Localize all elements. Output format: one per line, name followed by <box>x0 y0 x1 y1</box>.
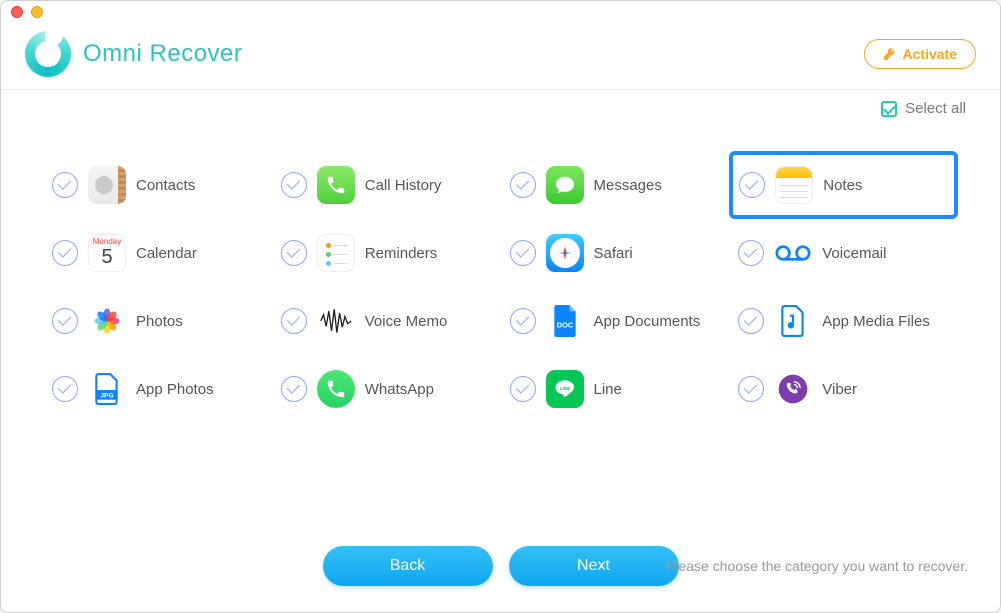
category-label: Viber <box>822 381 857 398</box>
toolbar: Select all <box>1 90 1000 121</box>
category-label: Notes <box>823 177 862 194</box>
jpg-file-icon: JPG <box>88 370 126 408</box>
check-icon <box>510 172 536 198</box>
notes-icon <box>775 166 813 204</box>
category-contacts[interactable]: Contacts <box>43 151 272 219</box>
check-icon <box>738 376 764 402</box>
check-icon <box>510 376 536 402</box>
category-label: Voicemail <box>822 245 886 262</box>
category-appphotos[interactable]: JPG App Photos <box>43 355 272 423</box>
activate-button[interactable]: Activate <box>864 39 976 69</box>
category-label: Reminders <box>365 245 438 262</box>
calendar-num: 5 <box>101 246 112 268</box>
logo-icon <box>25 31 71 77</box>
check-icon <box>281 308 307 334</box>
check-icon <box>281 376 307 402</box>
contacts-icon <box>88 166 126 204</box>
header: Omni Recover Activate <box>1 23 1000 90</box>
footer-hint: Please choose the category you want to r… <box>666 558 968 574</box>
svg-text:JPG: JPG <box>100 393 113 400</box>
minimize-window-button[interactable] <box>31 6 43 18</box>
calendar-icon: Monday 5 <box>88 234 126 272</box>
category-label: Safari <box>594 245 633 262</box>
category-calendar[interactable]: Monday 5 Calendar <box>43 219 272 287</box>
select-all-label: Select all <box>905 100 966 117</box>
next-button[interactable]: Next <box>509 546 679 586</box>
check-icon <box>281 240 307 266</box>
check-icon <box>739 172 765 198</box>
select-all-toggle[interactable]: Select all <box>881 100 966 117</box>
doc-icon: DOC <box>546 302 584 340</box>
category-label: App Media Files <box>822 313 930 330</box>
category-label: App Photos <box>136 381 214 398</box>
svg-text:DOC: DOC <box>556 320 573 329</box>
check-icon <box>52 308 78 334</box>
close-window-button[interactable] <box>11 6 23 18</box>
category-grid: Contacts Call History Messages Notes Mon… <box>1 121 1000 530</box>
check-icon <box>52 240 78 266</box>
line-icon: LINE <box>546 370 584 408</box>
category-notes[interactable]: Notes <box>729 151 958 219</box>
music-file-icon <box>774 302 812 340</box>
footer: Back Next Please choose the category you… <box>1 530 1000 612</box>
category-label: App Documents <box>594 313 701 330</box>
svg-text:LINE: LINE <box>559 386 570 392</box>
key-icon <box>883 47 897 61</box>
category-label: Call History <box>365 177 442 194</box>
reminders-icon <box>317 234 355 272</box>
category-appmedia[interactable]: App Media Files <box>729 287 958 355</box>
category-appdocs[interactable]: DOC App Documents <box>501 287 730 355</box>
category-messages[interactable]: Messages <box>501 151 730 219</box>
messages-icon <box>546 166 584 204</box>
phone-icon <box>317 166 355 204</box>
category-label: Messages <box>594 177 662 194</box>
app-title: Omni Recover <box>83 40 242 68</box>
category-line[interactable]: LINE Line <box>501 355 730 423</box>
category-reminders[interactable]: Reminders <box>272 219 501 287</box>
check-icon <box>510 308 536 334</box>
category-voicememo[interactable]: Voice Memo <box>272 287 501 355</box>
activate-label: Activate <box>903 46 957 62</box>
category-label: Line <box>594 381 622 398</box>
viber-icon <box>774 370 812 408</box>
check-icon <box>738 240 764 266</box>
safari-icon <box>546 234 584 272</box>
logo: Omni Recover <box>25 31 242 77</box>
category-callhistory[interactable]: Call History <box>272 151 501 219</box>
app-window: Omni Recover Activate Select all Contact… <box>0 0 1001 613</box>
back-button[interactable]: Back <box>323 546 493 586</box>
category-label: WhatsApp <box>365 381 434 398</box>
category-label: Voice Memo <box>365 313 448 330</box>
calendar-day: Monday <box>93 238 121 247</box>
check-icon <box>738 308 764 334</box>
waveform-icon <box>317 302 355 340</box>
category-label: Contacts <box>136 177 195 194</box>
check-icon <box>52 172 78 198</box>
category-viber[interactable]: Viber <box>729 355 958 423</box>
window-titlebar <box>1 1 1000 23</box>
category-photos[interactable]: Photos <box>43 287 272 355</box>
category-label: Photos <box>136 313 183 330</box>
category-safari[interactable]: Safari <box>501 219 730 287</box>
category-label: Calendar <box>136 245 197 262</box>
voicemail-icon <box>774 234 812 272</box>
photos-icon <box>88 302 126 340</box>
category-whatsapp[interactable]: WhatsApp <box>272 355 501 423</box>
checkbox-icon <box>881 101 897 117</box>
check-icon <box>52 376 78 402</box>
check-icon <box>510 240 536 266</box>
check-icon <box>281 172 307 198</box>
category-voicemail[interactable]: Voicemail <box>729 219 958 287</box>
whatsapp-icon <box>317 370 355 408</box>
